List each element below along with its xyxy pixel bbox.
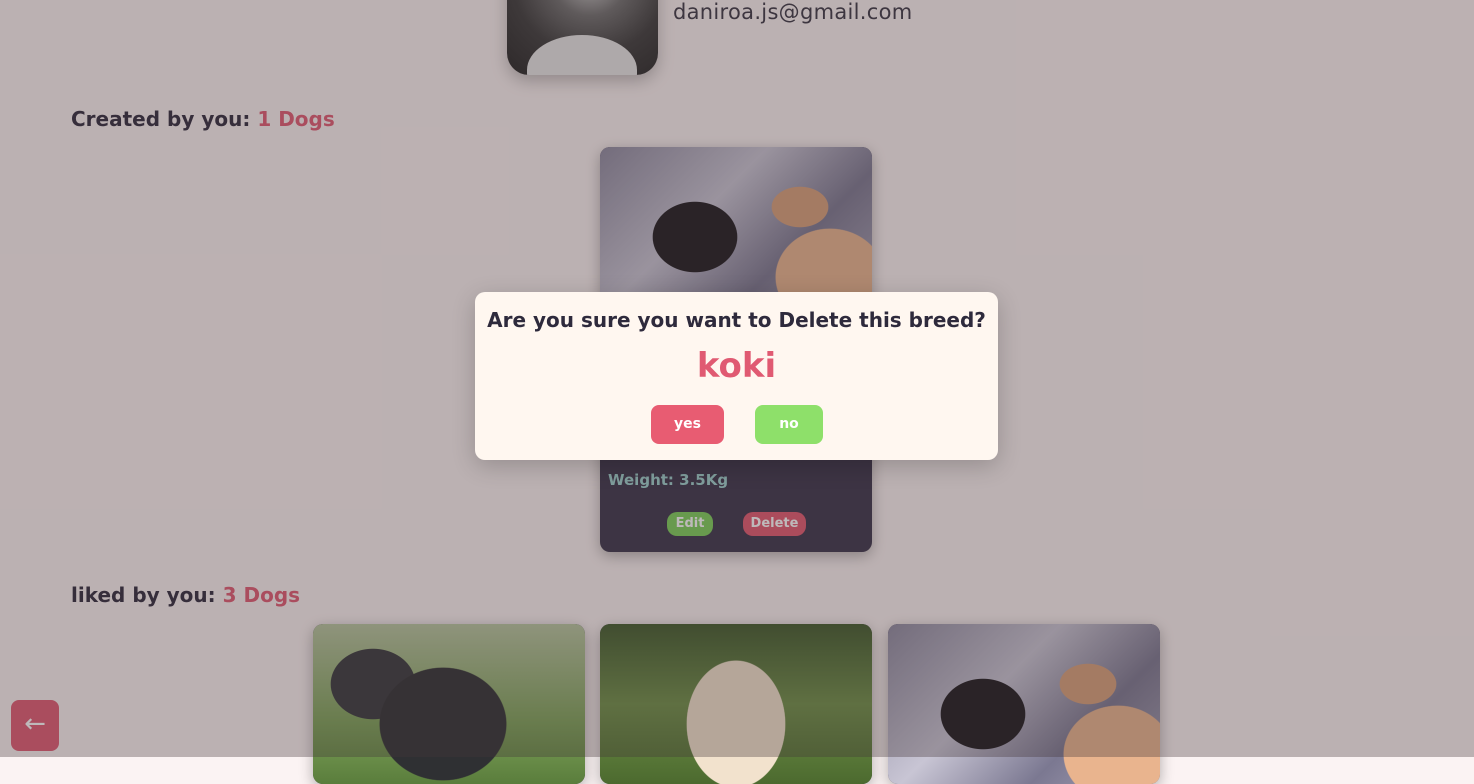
modal-question: Are you sure you want to Delete this bre… (487, 308, 986, 332)
confirm-yes-button[interactable]: yes (651, 405, 724, 444)
delete-confirm-modal: Are you sure you want to Delete this bre… (475, 292, 998, 460)
modal-breed-name: koki (696, 346, 777, 386)
confirm-no-button[interactable]: no (755, 405, 823, 444)
